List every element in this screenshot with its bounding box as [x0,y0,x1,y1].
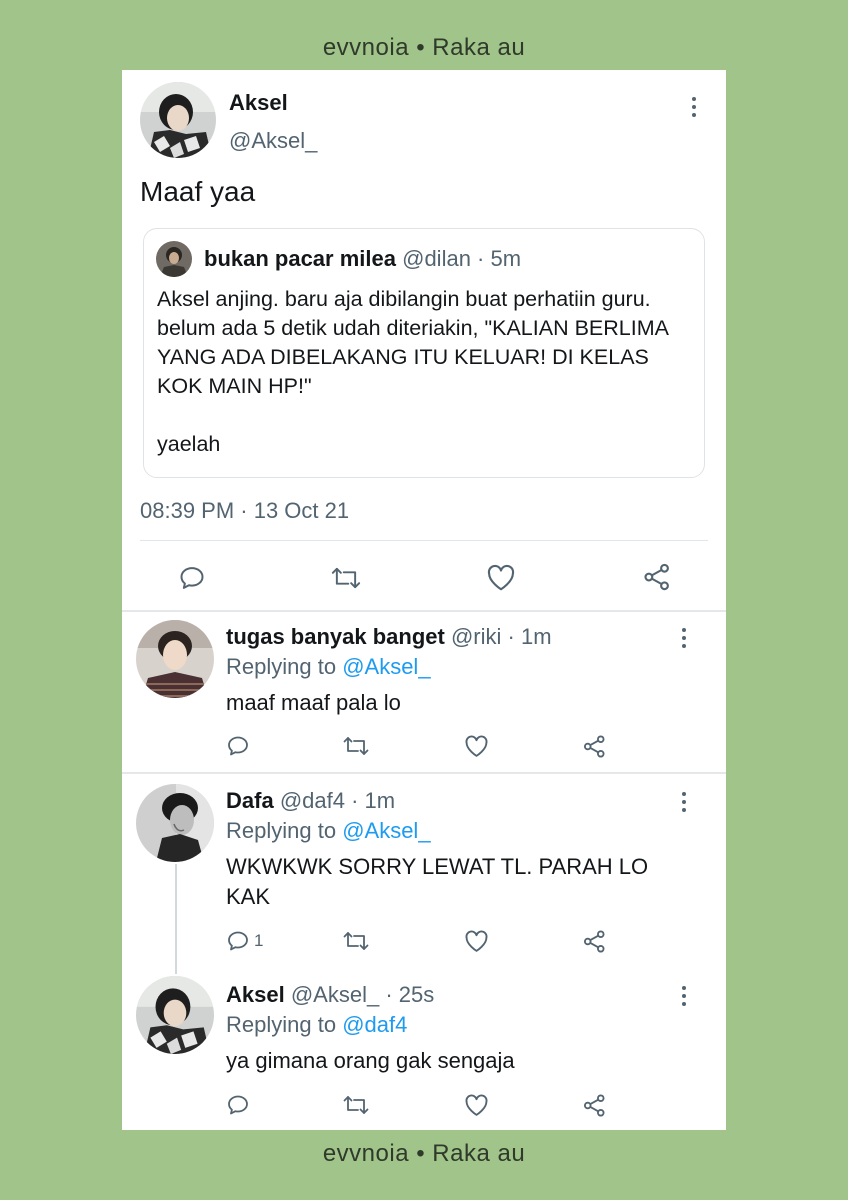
tweet-thread-card: Aksel @Aksel_ Maaf yaa bukan pacar milea… [122,70,726,1130]
replying-to-label: Replying to [226,654,343,679]
like-button[interactable] [486,564,516,592]
more-options-icon[interactable] [674,984,694,1008]
replying-to: Replying to @daf4 [226,1012,407,1038]
reply-display-name[interactable]: Dafa [226,788,274,813]
share-icon [582,734,607,759]
replying-to-label: Replying to [226,1012,343,1037]
divider [122,772,726,774]
avatar-dafa[interactable] [136,784,214,862]
reply-icon [226,734,250,758]
share-button[interactable] [582,734,607,759]
reply-text: maaf maaf pala lo [226,690,401,715]
replying-to: Replying to @Aksel_ [226,654,431,680]
share-icon [582,1093,607,1118]
replying-to-label: Replying to [226,818,343,843]
retweet-button[interactable] [342,734,370,758]
avatar-dilan [156,241,192,277]
quoted-display-name: bukan pacar milea [204,246,396,271]
reply-button[interactable] [226,1093,250,1117]
reply-header: Dafa @daf4 · 1m [226,788,395,814]
watermark-top: evvnoia • Raka au [322,34,526,61]
avatar-riki[interactable] [136,620,214,698]
share-button[interactable] [582,1093,607,1118]
retweet-icon [342,734,370,758]
reply-button[interactable] [178,564,206,592]
retweet-icon [330,564,362,592]
main-handle[interactable]: @Aksel_ [229,128,317,154]
like-button[interactable] [464,1094,489,1117]
retweet-button[interactable] [342,1093,370,1117]
reply-button[interactable] [226,734,250,758]
reply-handle-time: @Aksel_ · 25s [290,982,435,1007]
share-button[interactable] [582,929,607,954]
main-display-name[interactable]: Aksel [229,90,288,116]
like-button[interactable] [464,930,489,953]
divider [122,610,726,612]
retweet-button[interactable] [342,929,370,953]
avatar-aksel[interactable] [140,82,216,158]
reply-header: Aksel @Aksel_ · 25s [226,982,434,1008]
reply-text: WKWKWK SORRY LEWAT TL. PARAH LO KAK [226,854,649,909]
reply-count: 1 [254,931,264,950]
reply-handle-time: @riki · 1m [450,624,552,649]
replying-to-mention[interactable]: @Aksel_ [342,818,430,843]
retweet-button[interactable] [330,564,362,592]
retweet-icon [342,929,370,953]
share-icon [642,562,672,592]
thread-connector [175,864,177,974]
divider [140,540,708,541]
share-button[interactable] [642,562,672,592]
quoted-tweet-text: Aksel anjing. baru aja dibilangin buat p… [157,287,668,456]
quoted-handle-time: @dilan · 5m [402,246,522,271]
like-icon [464,735,489,758]
quoted-tweet[interactable]: bukan pacar milea @dilan · 5m Aksel anji… [143,228,705,478]
reply-display-name[interactable]: Aksel [226,982,285,1007]
more-options-icon[interactable] [674,626,694,650]
replying-to: Replying to @Aksel_ [226,818,431,844]
reply-icon [226,929,250,953]
quoted-tweet-header: bukan pacar milea @dilan · 5m [204,246,521,272]
avatar-aksel[interactable] [136,976,214,1054]
reply-text: ya gimana orang gak sengaja [226,1048,515,1073]
tweet-timestamp[interactable]: 08:39 PM · 13 Oct 21 [140,498,349,524]
replying-to-mention[interactable]: @Aksel_ [342,654,430,679]
watermark-bottom: evvnoia • Raka au [322,1140,526,1167]
reply-button[interactable]: 1 [226,929,263,953]
reply-header: tugas banyak banget @riki · 1m [226,624,552,650]
like-icon [486,564,516,592]
like-button[interactable] [464,735,489,758]
reply-handle-time: @daf4 · 1m [279,788,396,813]
reply-icon [178,564,206,592]
main-tweet-text: Maaf yaa [140,176,256,207]
like-icon [464,930,489,953]
like-icon [464,1094,489,1117]
reply-icon [226,1093,250,1117]
more-options-icon[interactable] [674,790,694,814]
reply-display-name[interactable]: tugas banyak banget [226,624,445,649]
share-icon [582,929,607,954]
more-options-icon[interactable] [684,95,704,119]
replying-to-mention[interactable]: @daf4 [342,1012,407,1037]
retweet-icon [342,1093,370,1117]
